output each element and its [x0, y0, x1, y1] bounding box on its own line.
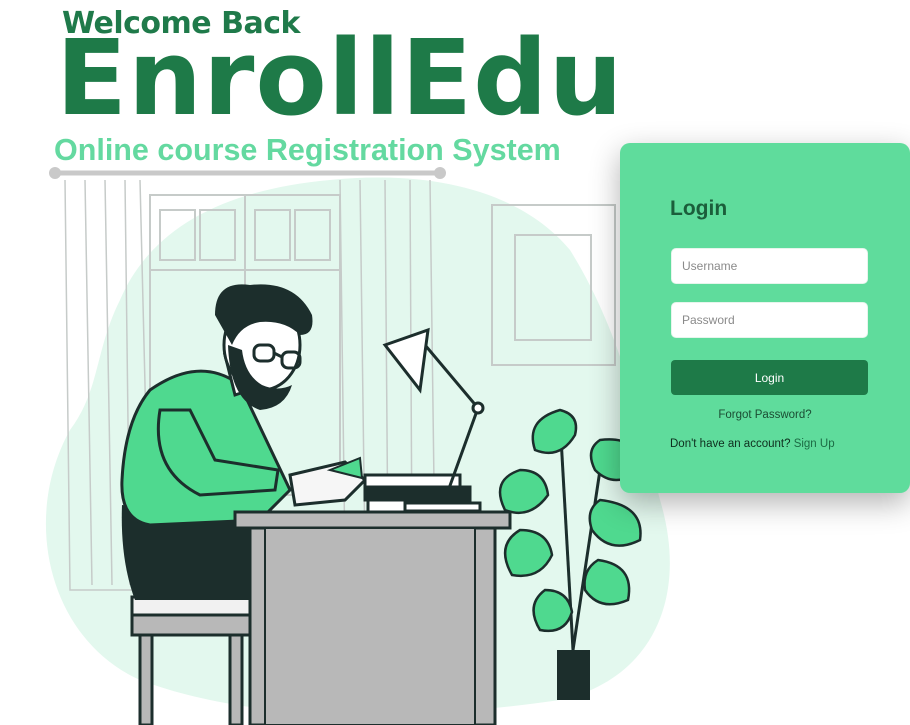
login-card: Login Login Forgot Password? Don't have … — [620, 143, 910, 493]
password-input[interactable] — [671, 302, 868, 338]
signup-row: Don't have an account? Sign Up — [670, 438, 835, 450]
curtain-rod — [49, 167, 446, 179]
forgot-password-link[interactable]: Forgot Password? — [620, 409, 910, 421]
login-button[interactable]: Login — [671, 360, 868, 395]
tagline: Online course Registration System — [54, 133, 561, 167]
signup-link[interactable]: Sign Up — [794, 438, 835, 450]
login-title: Login — [670, 197, 728, 220]
desk — [233, 510, 512, 725]
username-input[interactable] — [671, 248, 868, 284]
brand-logo-text: EnrollEdu — [56, 17, 624, 139]
signup-prompt: Don't have an account? — [670, 438, 791, 450]
